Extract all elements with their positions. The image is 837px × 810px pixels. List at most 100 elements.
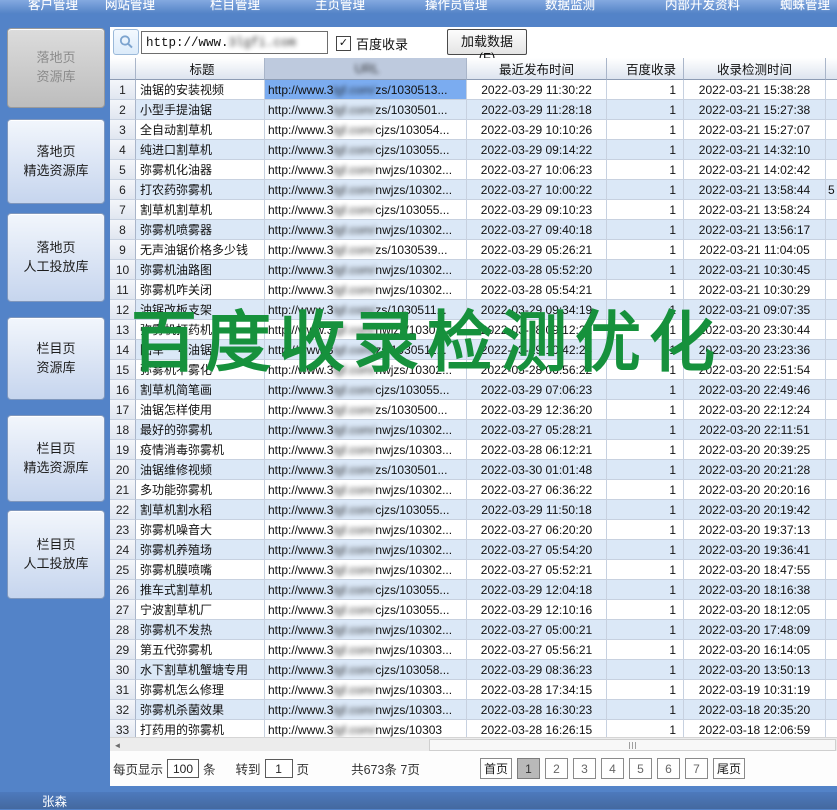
row-number-cell[interactable]: 4 bbox=[110, 140, 136, 160]
row-number-cell[interactable]: 31 bbox=[110, 680, 136, 700]
check-time-cell[interactable]: 2022-03-21 11:04:05 bbox=[684, 240, 826, 260]
menu-item[interactable]: 内部开发资料 bbox=[665, 0, 740, 13]
url-cell[interactable]: http://www.3lgf.com/cjzs/103055... bbox=[265, 380, 467, 400]
baidu-index-cell[interactable]: 1 bbox=[607, 180, 684, 200]
publish-time-cell[interactable]: 2022-03-27 10:06:23 bbox=[467, 160, 607, 180]
check-time-cell[interactable]: 2022-03-21 15:38:28 bbox=[684, 80, 826, 100]
title-cell[interactable]: 割草机割草机 bbox=[136, 200, 265, 220]
extra-cell[interactable] bbox=[826, 420, 837, 440]
header-check-time[interactable]: 收录检测时间 bbox=[684, 58, 826, 80]
baidu-index-cell[interactable]: 1 bbox=[607, 480, 684, 500]
publish-time-cell[interactable]: 2022-03-29 10:10:26 bbox=[467, 120, 607, 140]
sidebar-button[interactable]: 栏目页资源库 bbox=[7, 317, 105, 400]
sidebar-button[interactable]: 栏目页人工投放库 bbox=[7, 510, 105, 599]
url-cell[interactable]: http://www.3lgf.com/nwjzs/10302... bbox=[265, 520, 467, 540]
baidu-index-cell[interactable]: 1 bbox=[607, 280, 684, 300]
title-cell[interactable]: 打药用的弥雾机 bbox=[136, 720, 265, 737]
extra-cell[interactable] bbox=[826, 480, 837, 500]
title-cell[interactable]: 多功能弥雾机 bbox=[136, 480, 265, 500]
baidu-index-cell[interactable]: 1 bbox=[607, 260, 684, 280]
publish-time-cell[interactable]: 2022-03-29 09:34:19 bbox=[467, 300, 607, 320]
publish-time-cell[interactable]: 2022-03-27 05:56:21 bbox=[467, 640, 607, 660]
sidebar-button[interactable]: 栏目页精选资源库 bbox=[7, 415, 105, 502]
extra-cell[interactable] bbox=[826, 540, 837, 560]
row-number-cell[interactable]: 9 bbox=[110, 240, 136, 260]
extra-cell[interactable] bbox=[826, 160, 837, 180]
url-cell[interactable]: http://www.3lgf.com/nwjzs/10302... bbox=[265, 280, 467, 300]
publish-time-cell[interactable]: 2022-03-27 05:28:21 bbox=[467, 420, 607, 440]
publish-time-cell[interactable]: 2022-03-27 05:52:21 bbox=[467, 560, 607, 580]
extra-cell[interactable] bbox=[826, 700, 837, 720]
row-number-cell[interactable]: 7 bbox=[110, 200, 136, 220]
extra-cell[interactable] bbox=[826, 80, 837, 100]
header-baidu-index[interactable]: 百度收录 bbox=[607, 58, 684, 80]
row-number-cell[interactable]: 27 bbox=[110, 600, 136, 620]
url-cell[interactable]: http://www.3lgf.com/nwjzs/10302... bbox=[265, 160, 467, 180]
extra-cell[interactable] bbox=[826, 460, 837, 480]
title-cell[interactable]: 水下割草机蟹塘专用 bbox=[136, 660, 265, 680]
publish-time-cell[interactable]: 2022-03-29 09:10:23 bbox=[467, 200, 607, 220]
baidu-index-cell[interactable]: 1 bbox=[607, 680, 684, 700]
row-number-cell[interactable]: 18 bbox=[110, 420, 136, 440]
extra-cell[interactable] bbox=[826, 600, 837, 620]
title-cell[interactable]: 弥雾机打药机 bbox=[136, 320, 265, 340]
horizontal-scrollbar[interactable]: ◄ bbox=[110, 737, 837, 752]
url-cell[interactable]: http://www.3lgf.com/cjzs/103055... bbox=[265, 600, 467, 620]
check-time-cell[interactable]: 2022-03-20 18:12:05 bbox=[684, 600, 826, 620]
extra-cell[interactable] bbox=[826, 220, 837, 240]
publish-time-cell[interactable]: 2022-03-29 11:30:22 bbox=[467, 80, 607, 100]
baidu-index-cell[interactable]: 1 bbox=[607, 440, 684, 460]
title-cell[interactable]: 弥雾机杀菌效果 bbox=[136, 700, 265, 720]
sidebar-button[interactable]: 落地页精选资源库 bbox=[7, 119, 105, 204]
row-number-cell[interactable]: 32 bbox=[110, 700, 136, 720]
title-cell[interactable]: 弥雾机油路图 bbox=[136, 260, 265, 280]
menu-item[interactable]: 客户管理 bbox=[28, 0, 78, 13]
title-cell[interactable]: 割草机割水稻 bbox=[136, 500, 265, 520]
check-time-cell[interactable]: 2022-03-20 22:49:46 bbox=[684, 380, 826, 400]
scroll-left-arrow-icon[interactable]: ◄ bbox=[110, 738, 125, 752]
check-time-cell[interactable]: 2022-03-18 20:35:20 bbox=[684, 700, 826, 720]
url-cell[interactable]: http://www.3lgf.com/zs/1030501... bbox=[265, 100, 467, 120]
url-cell[interactable]: http://www.3lgf.com/nwjzs/10302... bbox=[265, 620, 467, 640]
page-button-7[interactable]: 7 bbox=[685, 758, 708, 779]
row-number-cell[interactable]: 19 bbox=[110, 440, 136, 460]
publish-time-cell[interactable]: 2022-03-29 08:36:23 bbox=[467, 660, 607, 680]
check-time-cell[interactable]: 2022-03-18 12:06:59 bbox=[684, 720, 826, 737]
row-number-cell[interactable]: 6 bbox=[110, 180, 136, 200]
url-cell[interactable]: http://www.3lgf.com/nwjzs/10302... bbox=[265, 320, 467, 340]
url-cell[interactable]: http://www.3lgf.com/nwjzs/10303... bbox=[265, 680, 467, 700]
row-number-cell[interactable]: 26 bbox=[110, 580, 136, 600]
extra-cell[interactable] bbox=[826, 100, 837, 120]
url-cell[interactable]: http://www.3lgf.com/zs/1030500... bbox=[265, 400, 467, 420]
title-cell[interactable]: 宁波割草机厂 bbox=[136, 600, 265, 620]
baidu-index-cell[interactable]: 1 bbox=[607, 420, 684, 440]
publish-time-cell[interactable]: 2022-03-28 16:30:23 bbox=[467, 700, 607, 720]
check-time-cell[interactable]: 2022-03-19 10:31:19 bbox=[684, 680, 826, 700]
url-cell[interactable]: http://www.3lgf.com/nwjzs/10302... bbox=[265, 220, 467, 240]
check-time-cell[interactable]: 2022-03-20 20:19:42 bbox=[684, 500, 826, 520]
row-number-cell[interactable]: 13 bbox=[110, 320, 136, 340]
extra-cell[interactable] bbox=[826, 300, 837, 320]
row-number-cell[interactable]: 33 bbox=[110, 720, 136, 737]
title-cell[interactable]: 弥雾机不发热 bbox=[136, 620, 265, 640]
extra-cell[interactable] bbox=[826, 320, 837, 340]
extra-cell[interactable] bbox=[826, 240, 837, 260]
search-button[interactable] bbox=[113, 29, 139, 55]
publish-time-cell[interactable]: 2022-03-29 12:36:20 bbox=[467, 400, 607, 420]
check-time-cell[interactable]: 2022-03-20 23:30:44 bbox=[684, 320, 826, 340]
baidu-index-cell[interactable]: 1 bbox=[607, 380, 684, 400]
extra-cell[interactable] bbox=[826, 260, 837, 280]
url-cell[interactable]: http://www.3lgf.com/nwjzs/10302... bbox=[265, 560, 467, 580]
check-time-cell[interactable]: 2022-03-20 17:48:09 bbox=[684, 620, 826, 640]
baidu-index-cell[interactable]: 1 bbox=[607, 580, 684, 600]
url-cell[interactable]: http://www.3lgf.com/zs/1030513... bbox=[265, 80, 467, 100]
title-cell[interactable]: 第五代弥雾机 bbox=[136, 640, 265, 660]
check-time-cell[interactable]: 2022-03-21 10:30:29 bbox=[684, 280, 826, 300]
url-cell[interactable]: http://www.3lgf.com/nwjzs/10303... bbox=[265, 640, 467, 660]
url-input[interactable]: http://www.3lgfi.com bbox=[141, 31, 328, 54]
row-number-cell[interactable]: 17 bbox=[110, 400, 136, 420]
url-cell[interactable]: http://www.3lgf.com/zs/1030511... bbox=[265, 300, 467, 320]
check-time-cell[interactable]: 2022-03-21 14:32:10 bbox=[684, 140, 826, 160]
baidu-index-cell[interactable]: 1 bbox=[607, 600, 684, 620]
baidu-index-cell[interactable]: 1 bbox=[607, 80, 684, 100]
